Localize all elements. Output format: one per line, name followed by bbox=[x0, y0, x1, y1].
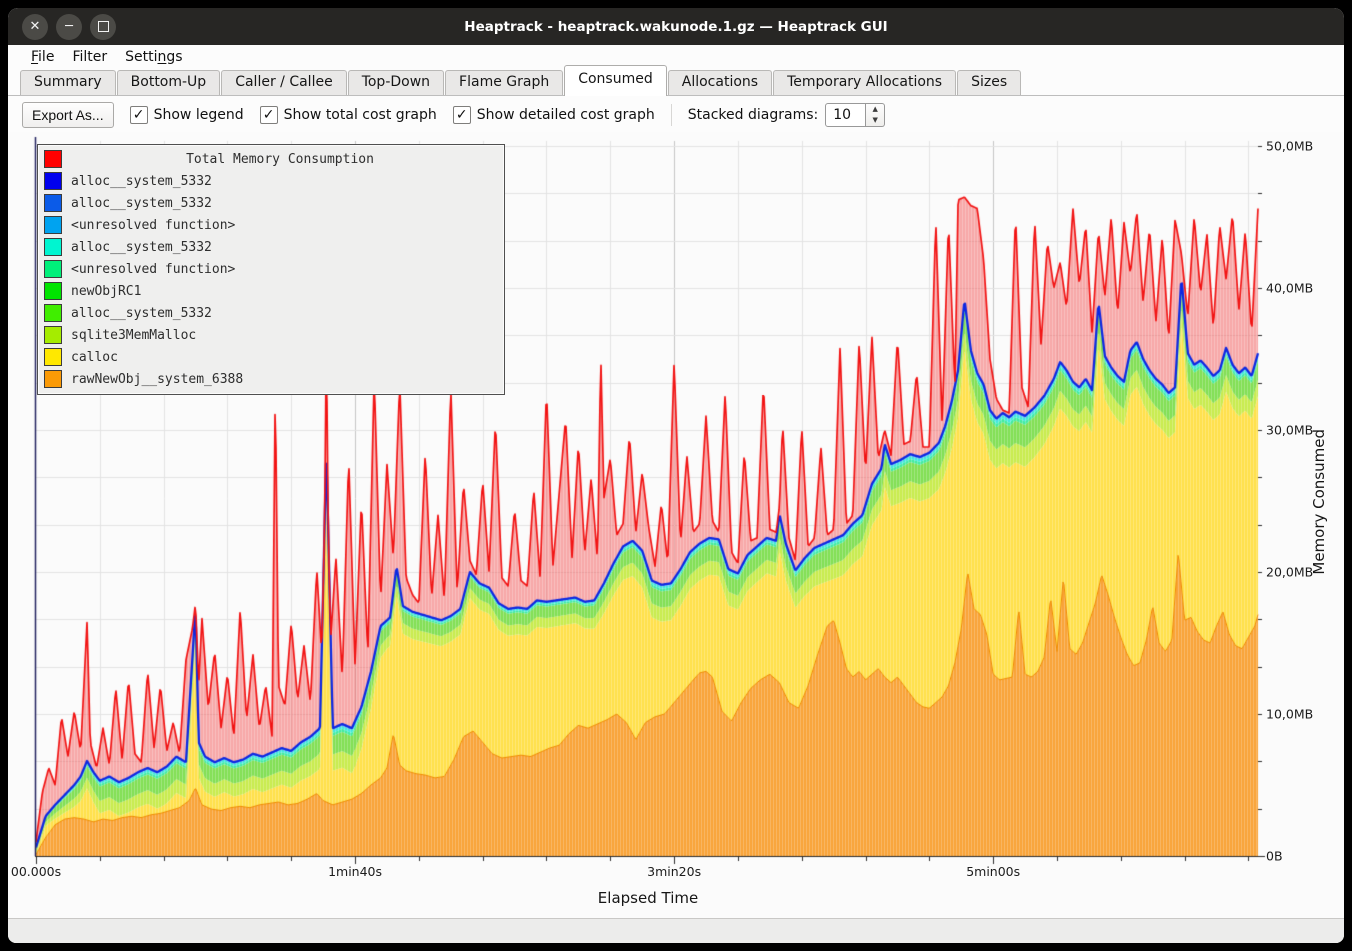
maximize-icon[interactable] bbox=[90, 14, 116, 40]
legend-label: sqlite3MemMalloc bbox=[71, 328, 196, 343]
legend-item: alloc__system_5332 bbox=[38, 302, 504, 324]
stacked-diagrams-group: Stacked diagrams: 10 ▲ ▼ bbox=[688, 103, 885, 127]
spin-up-icon[interactable]: ▲ bbox=[866, 104, 884, 115]
menu-settings[interactable]: Settings bbox=[116, 48, 191, 66]
legend-label: alloc__system_5332 bbox=[71, 174, 212, 189]
y-tick-label: 50,0MB bbox=[1266, 138, 1313, 153]
legend-swatch bbox=[44, 172, 62, 190]
legend-item: alloc__system_5332 bbox=[38, 236, 504, 258]
tab-caller-callee[interactable]: Caller / Callee bbox=[221, 70, 346, 95]
legend-item: sqlite3MemMalloc bbox=[38, 324, 504, 346]
legend-title-row: Total Memory Consumption bbox=[38, 148, 504, 170]
tab-top-down[interactable]: Top-Down bbox=[348, 70, 444, 95]
legend-label: calloc bbox=[71, 350, 118, 365]
legend-label: <unresolved function> bbox=[71, 262, 235, 277]
show-total-cost-checkbox-group[interactable]: ✓ Show total cost graph bbox=[260, 106, 437, 124]
y-tick-label: 40,0MB bbox=[1266, 280, 1313, 295]
legend-label: <unresolved function> bbox=[71, 218, 235, 233]
y-tick-label: 0B bbox=[1266, 849, 1283, 864]
y-axis-title: Memory Consumed bbox=[1310, 429, 1328, 575]
menu-bar: FileFilterSettings bbox=[8, 45, 1344, 68]
tab-bottom-up[interactable]: Bottom-Up bbox=[117, 70, 221, 95]
legend-item: calloc bbox=[38, 346, 504, 368]
y-tick-label: 20,0MB bbox=[1266, 564, 1313, 579]
export-as-button[interactable]: Export As... bbox=[22, 102, 114, 128]
legend-swatch bbox=[44, 370, 62, 388]
x-tick-label: 3min20s bbox=[647, 864, 701, 879]
tab-flame-graph[interactable]: Flame Graph bbox=[445, 70, 563, 95]
x-tick-label: 5min00s bbox=[966, 864, 1020, 879]
show-total-cost-checkbox[interactable]: ✓ bbox=[260, 106, 278, 124]
tab-bar: Summary Bottom-Up Caller / Callee Top-Do… bbox=[8, 68, 1344, 96]
tab-sizes[interactable]: Sizes bbox=[957, 70, 1021, 95]
legend-swatch bbox=[44, 282, 62, 300]
minimize-icon[interactable]: ─ bbox=[56, 14, 82, 40]
show-detailed-cost-checkbox-group[interactable]: ✓ Show detailed cost graph bbox=[453, 106, 655, 124]
show-legend-checkbox-group[interactable]: ✓ Show legend bbox=[130, 106, 244, 124]
stacked-diagrams-label: Stacked diagrams: bbox=[688, 107, 818, 123]
legend-label: Total Memory Consumption bbox=[62, 152, 498, 167]
legend-swatch bbox=[44, 304, 62, 322]
y-tick-label: 30,0MB bbox=[1266, 422, 1313, 437]
legend-label: newObjRC1 bbox=[71, 284, 141, 299]
legend-label: alloc__system_5332 bbox=[71, 240, 212, 255]
legend-item: <unresolved function> bbox=[38, 258, 504, 280]
app-window: ✕ ─ Heaptrack - heaptrack.wakunode.1.gz … bbox=[8, 8, 1344, 943]
maximize-square bbox=[98, 21, 109, 32]
memory-consumption-chart: 00.000s 1min40s 3min20s 5min00s 0B 10,0MB 20,… bbox=[8, 132, 1344, 918]
menu-file[interactable]: File bbox=[22, 48, 63, 66]
legend-item: alloc__system_5332 bbox=[38, 170, 504, 192]
title-bar[interactable]: ✕ ─ Heaptrack - heaptrack.wakunode.1.gz … bbox=[8, 8, 1344, 45]
legend-swatch bbox=[44, 326, 62, 344]
stacked-diagrams-value[interactable]: 10 bbox=[825, 103, 866, 127]
y-tick-label: 10,0MB bbox=[1266, 706, 1313, 721]
legend-swatch bbox=[44, 194, 62, 212]
toolbar-separator bbox=[671, 104, 672, 126]
x-axis-title: Elapsed Time bbox=[528, 889, 768, 907]
legend-item: <unresolved function> bbox=[38, 214, 504, 236]
tab-consumed[interactable]: Consumed bbox=[564, 65, 667, 96]
legend-label: alloc__system_5332 bbox=[71, 306, 212, 321]
legend-label: alloc__system_5332 bbox=[71, 196, 212, 211]
stacked-diagrams-spinbox[interactable]: 10 ▲ ▼ bbox=[825, 103, 885, 127]
legend-swatch bbox=[44, 216, 62, 234]
legend-item: rawNewObj__system_6388 bbox=[38, 368, 504, 390]
legend-swatch bbox=[44, 260, 62, 278]
x-tick-label: 1min40s bbox=[328, 864, 382, 879]
close-icon[interactable]: ✕ bbox=[22, 14, 48, 40]
legend-label: rawNewObj__system_6388 bbox=[71, 372, 243, 387]
legend-swatch bbox=[44, 238, 62, 256]
show-detailed-cost-checkbox[interactable]: ✓ bbox=[453, 106, 471, 124]
tab-allocations[interactable]: Allocations bbox=[668, 70, 772, 95]
show-legend-checkbox[interactable]: ✓ bbox=[130, 106, 148, 124]
legend-item: alloc__system_5332 bbox=[38, 192, 504, 214]
show-legend-label: Show legend bbox=[154, 107, 244, 123]
status-bar bbox=[8, 918, 1344, 943]
tab-temporary-allocations[interactable]: Temporary Allocations bbox=[773, 70, 956, 95]
legend-swatch bbox=[44, 150, 62, 168]
chart-legend: Total Memory Consumption alloc__system_53… bbox=[37, 144, 505, 395]
x-tick-label: 00.000s bbox=[11, 864, 61, 879]
spin-down-icon[interactable]: ▼ bbox=[866, 115, 884, 126]
menu-filter[interactable]: Filter bbox=[63, 48, 116, 66]
show-total-cost-label: Show total cost graph bbox=[284, 107, 437, 123]
window-controls: ✕ ─ bbox=[22, 14, 116, 40]
toolbar: Export As... ✓ Show legend ✓ Show total … bbox=[8, 97, 1344, 132]
window-title: Heaptrack - heaptrack.wakunode.1.gz — He… bbox=[464, 19, 887, 35]
stacked-diagrams-spinner: ▲ ▼ bbox=[866, 103, 885, 127]
show-detailed-cost-label: Show detailed cost graph bbox=[477, 107, 655, 123]
legend-swatch bbox=[44, 348, 62, 366]
legend-item: newObjRC1 bbox=[38, 280, 504, 302]
tab-summary[interactable]: Summary bbox=[20, 70, 116, 95]
